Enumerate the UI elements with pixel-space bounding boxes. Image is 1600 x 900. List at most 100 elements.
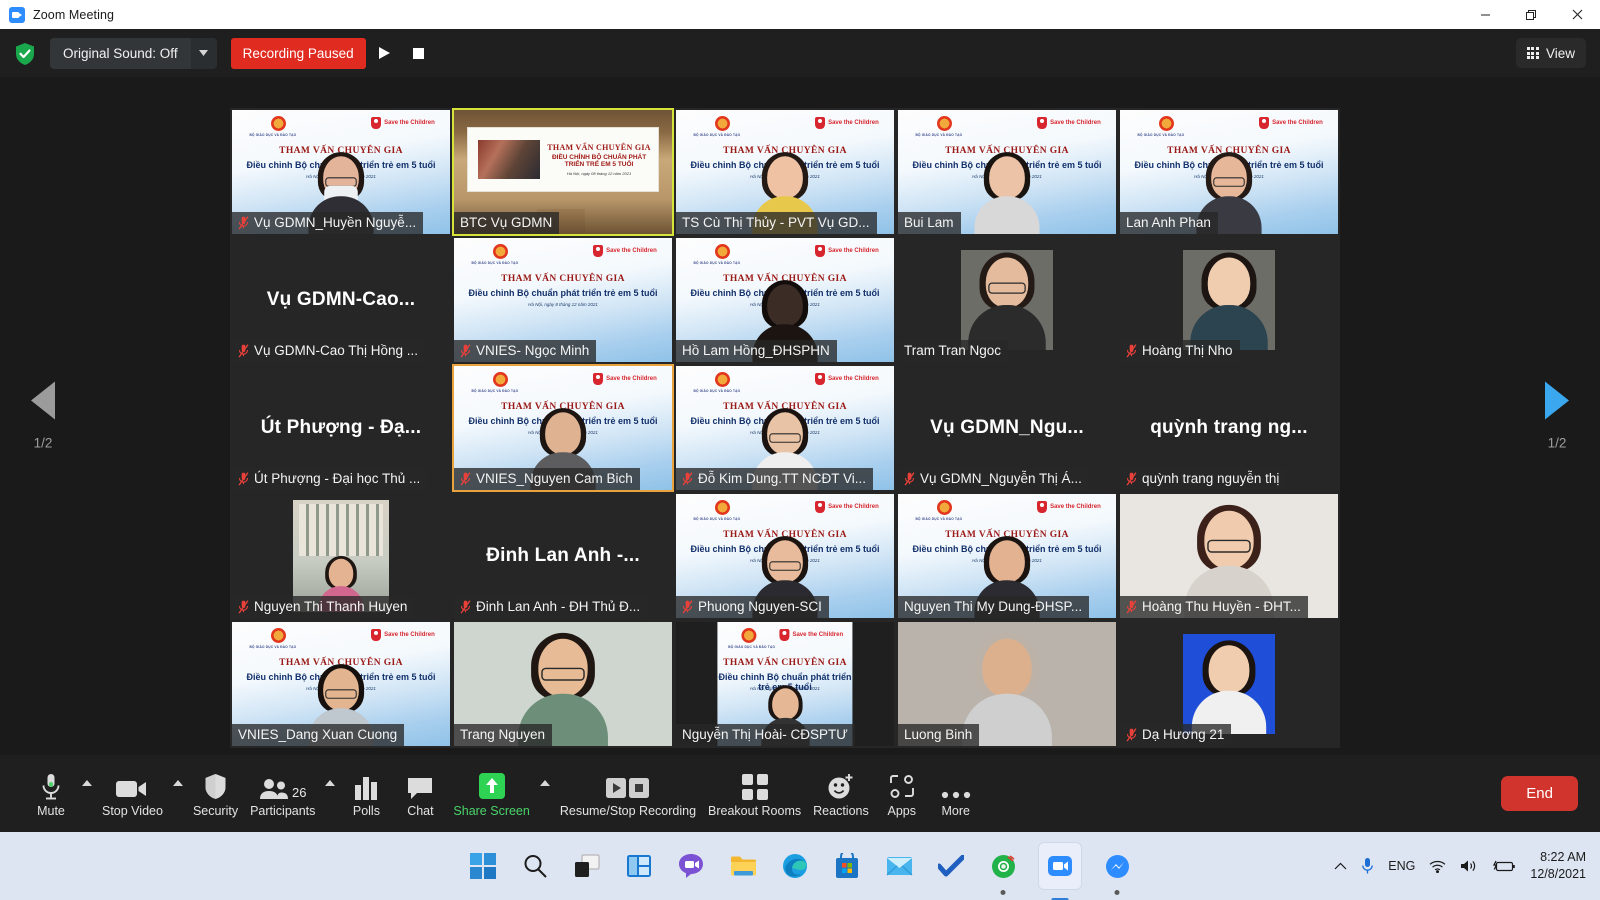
- participant-tile[interactable]: BỘ GIÁO DỤC VÀ ĐÀO TẠO Save the Children…: [674, 492, 896, 620]
- participant-name: Trang Nguyen: [460, 727, 546, 742]
- participant-silhouette: [1191, 640, 1267, 734]
- participant-tile[interactable]: BỘ GIÁO DỤC VÀ ĐÀO TẠO Save the Children…: [452, 364, 674, 492]
- save-the-children-logo: Save the Children: [1037, 117, 1101, 129]
- chevron-up-icon[interactable]: [1334, 862, 1347, 870]
- save-the-children-logo: Save the Children: [779, 629, 843, 641]
- control-polls[interactable]: Polls: [339, 763, 393, 825]
- participant-tile[interactable]: BỘ GIÁO DỤC VÀ ĐÀO TẠO Save the Children…: [896, 108, 1118, 236]
- search-icon[interactable]: [518, 849, 552, 883]
- participant-tile[interactable]: BỘ GIÁO DỤC VÀ ĐÀO TẠO Save the Children…: [230, 620, 452, 748]
- battery-charging-icon[interactable]: [1492, 860, 1516, 873]
- original-sound-control[interactable]: Original Sound: Off: [50, 37, 217, 69]
- widgets-icon[interactable]: [622, 849, 656, 883]
- restore-icon[interactable]: [1508, 0, 1554, 29]
- control-share-screen[interactable]: Share Screen: [447, 763, 535, 825]
- control-more[interactable]: More: [929, 763, 983, 825]
- teams-chat-icon[interactable]: [674, 849, 708, 883]
- participant-tile[interactable]: BỘ GIÁO DỤC VÀ ĐÀO TẠO Save the Children…: [674, 236, 896, 364]
- participant-tile[interactable]: THAM VẤN CHUYÊN GIA ĐIỀU CHỈNH BỘ CHUẨN …: [452, 108, 674, 236]
- participant-name-plate: Út Phượng - Đại học Thủ ...: [232, 468, 428, 490]
- next-page-control[interactable]: 1/2: [1522, 381, 1592, 451]
- minimize-icon[interactable]: [1462, 0, 1508, 29]
- participant-name-plate: Dạ Hương 21: [1120, 724, 1232, 746]
- chevron-up-icon[interactable]: [321, 763, 339, 825]
- control-label: Polls: [352, 803, 380, 818]
- control-label: Stop Video: [102, 803, 163, 818]
- taskbar-app-list: [466, 842, 1134, 890]
- participant-tile[interactable]: BỘ GIÁO DỤC VÀ ĐÀO TẠO Save the Children…: [452, 236, 674, 364]
- shield-icon: [204, 770, 227, 800]
- chevron-left-icon[interactable]: [31, 381, 55, 420]
- participant-tile[interactable]: Út Phượng - Đạ... Út Phượng - Đại học Th…: [230, 364, 452, 492]
- face: [1208, 645, 1250, 694]
- close-icon[interactable]: [1554, 0, 1600, 29]
- participant-tile[interactable]: BỘ GIÁO DỤC VÀ ĐÀO TẠO Save the Children…: [674, 108, 896, 236]
- participant-tile[interactable]: Luong Binh: [896, 620, 1118, 748]
- mail-icon[interactable]: [882, 849, 916, 883]
- window-title: Zoom Meeting: [33, 7, 115, 22]
- chevron-up-icon[interactable]: [169, 763, 187, 825]
- todo-icon[interactable]: [934, 849, 968, 883]
- speaker-icon[interactable]: [1460, 859, 1478, 873]
- grid-icon: [1526, 47, 1539, 59]
- microphone-tray-icon[interactable]: [1361, 857, 1374, 875]
- original-sound-label[interactable]: Original Sound: Off: [50, 37, 191, 69]
- control-reactions[interactable]: Reactions: [807, 763, 875, 825]
- language-indicator[interactable]: ENG: [1388, 859, 1415, 873]
- prev-page-control[interactable]: 1/2: [8, 381, 78, 451]
- messenger-icon[interactable]: [1100, 849, 1134, 883]
- chrome-app-icon[interactable]: [986, 849, 1020, 883]
- participant-tile[interactable]: BỘ GIÁO DỤC VÀ ĐÀO TẠO Save the Children…: [230, 108, 452, 236]
- control-stop-video[interactable]: Stop Video: [96, 763, 169, 825]
- chevron-down-icon[interactable]: [190, 37, 217, 69]
- control-apps[interactable]: Apps: [875, 763, 929, 825]
- control-resume-stop-recording[interactable]: Resume/Stop Recording: [554, 763, 702, 825]
- view-button[interactable]: View: [1515, 38, 1586, 68]
- banner-org-left: BỘ GIÁO DỤC VÀ ĐÀO TẠO: [915, 133, 963, 137]
- chevron-up-icon[interactable]: [78, 763, 96, 825]
- participant-tile[interactable]: BỘ GIÁO DỤC VÀ ĐÀO TẠO Save the Children…: [674, 364, 896, 492]
- clock-date: 12/8/2021: [1530, 867, 1586, 881]
- control-security[interactable]: Security: [187, 763, 244, 825]
- participant-name-plate: VNIES- Ngọc Minh: [454, 340, 597, 362]
- participant-tile[interactable]: Đinh Lan Anh -... Đinh Lan Anh - ĐH Thủ …: [452, 492, 674, 620]
- face: [1207, 257, 1251, 308]
- participant-tile[interactable]: Vụ GDMN-Cao... Vụ GDMN-Cao Thị Hồng ...: [230, 236, 452, 364]
- windows-start-icon[interactable]: [466, 849, 500, 883]
- participant-tile[interactable]: Vụ GDMN_Ngu... Vụ GDMN_Nguyễn Thị Á...: [896, 364, 1118, 492]
- participant-tile[interactable]: Trang Nguyen: [452, 620, 674, 748]
- control-chat[interactable]: Chat: [393, 763, 447, 825]
- play-icon[interactable]: [370, 38, 400, 69]
- edge-browser-icon[interactable]: [778, 849, 812, 883]
- control-breakout-rooms[interactable]: Breakout Rooms: [702, 763, 807, 825]
- task-view-icon[interactable]: [570, 849, 604, 883]
- participant-tile[interactable]: BỘ GIÁO DỤC VÀ ĐÀO TẠO Save the Children…: [674, 620, 896, 748]
- participant-tile[interactable]: Dạ Hương 21: [1118, 620, 1340, 748]
- vietnam-emblem-icon: [1159, 116, 1175, 131]
- file-explorer-icon[interactable]: [726, 849, 760, 883]
- microsoft-store-icon[interactable]: [830, 849, 864, 883]
- participant-tile[interactable]: Nguyen Thi Thanh Huyen: [230, 492, 452, 620]
- participant-tile[interactable]: Hoàng Thu Huyền - ĐHT...: [1118, 492, 1340, 620]
- participant-tile[interactable]: Hoàng Thị Nho: [1118, 236, 1340, 364]
- end-button[interactable]: End: [1501, 776, 1578, 811]
- participant-tile[interactable]: BỘ GIÁO DỤC VÀ ĐÀO TẠO Save the Children…: [896, 492, 1118, 620]
- control-participants[interactable]: 26 Participants: [244, 763, 321, 825]
- zoom-taskbar-icon[interactable]: [1038, 842, 1082, 890]
- participant-name: Út Phượng - Đại học Thủ ...: [254, 471, 421, 486]
- participant-tile[interactable]: quỳnh trang ng... quỳnh trang nguyễn thị: [1118, 364, 1340, 492]
- participant-tile[interactable]: BỘ GIÁO DỤC VÀ ĐÀO TẠO Save the Children…: [1118, 108, 1340, 236]
- clock[interactable]: 8:22 AM 12/8/2021: [1530, 849, 1586, 883]
- shield-check-icon[interactable]: [14, 42, 34, 65]
- chevron-up-icon[interactable]: [536, 763, 554, 825]
- participant-name-plate: Nguyen Thi Thanh Huyen: [232, 596, 415, 618]
- participant-name-plate: Hoàng Thị Nho: [1120, 340, 1240, 362]
- wifi-icon[interactable]: [1429, 860, 1446, 873]
- participant-avatar: [1183, 250, 1275, 350]
- control-mute[interactable]: Mute: [24, 763, 78, 825]
- stop-icon[interactable]: [404, 38, 434, 69]
- participant-silhouette: [968, 252, 1046, 350]
- chevron-right-icon[interactable]: [1545, 381, 1569, 420]
- participant-tile[interactable]: Tram Tran Ngoc: [896, 236, 1118, 364]
- participant-name-plate: BTC Vụ GDMN: [454, 212, 560, 234]
